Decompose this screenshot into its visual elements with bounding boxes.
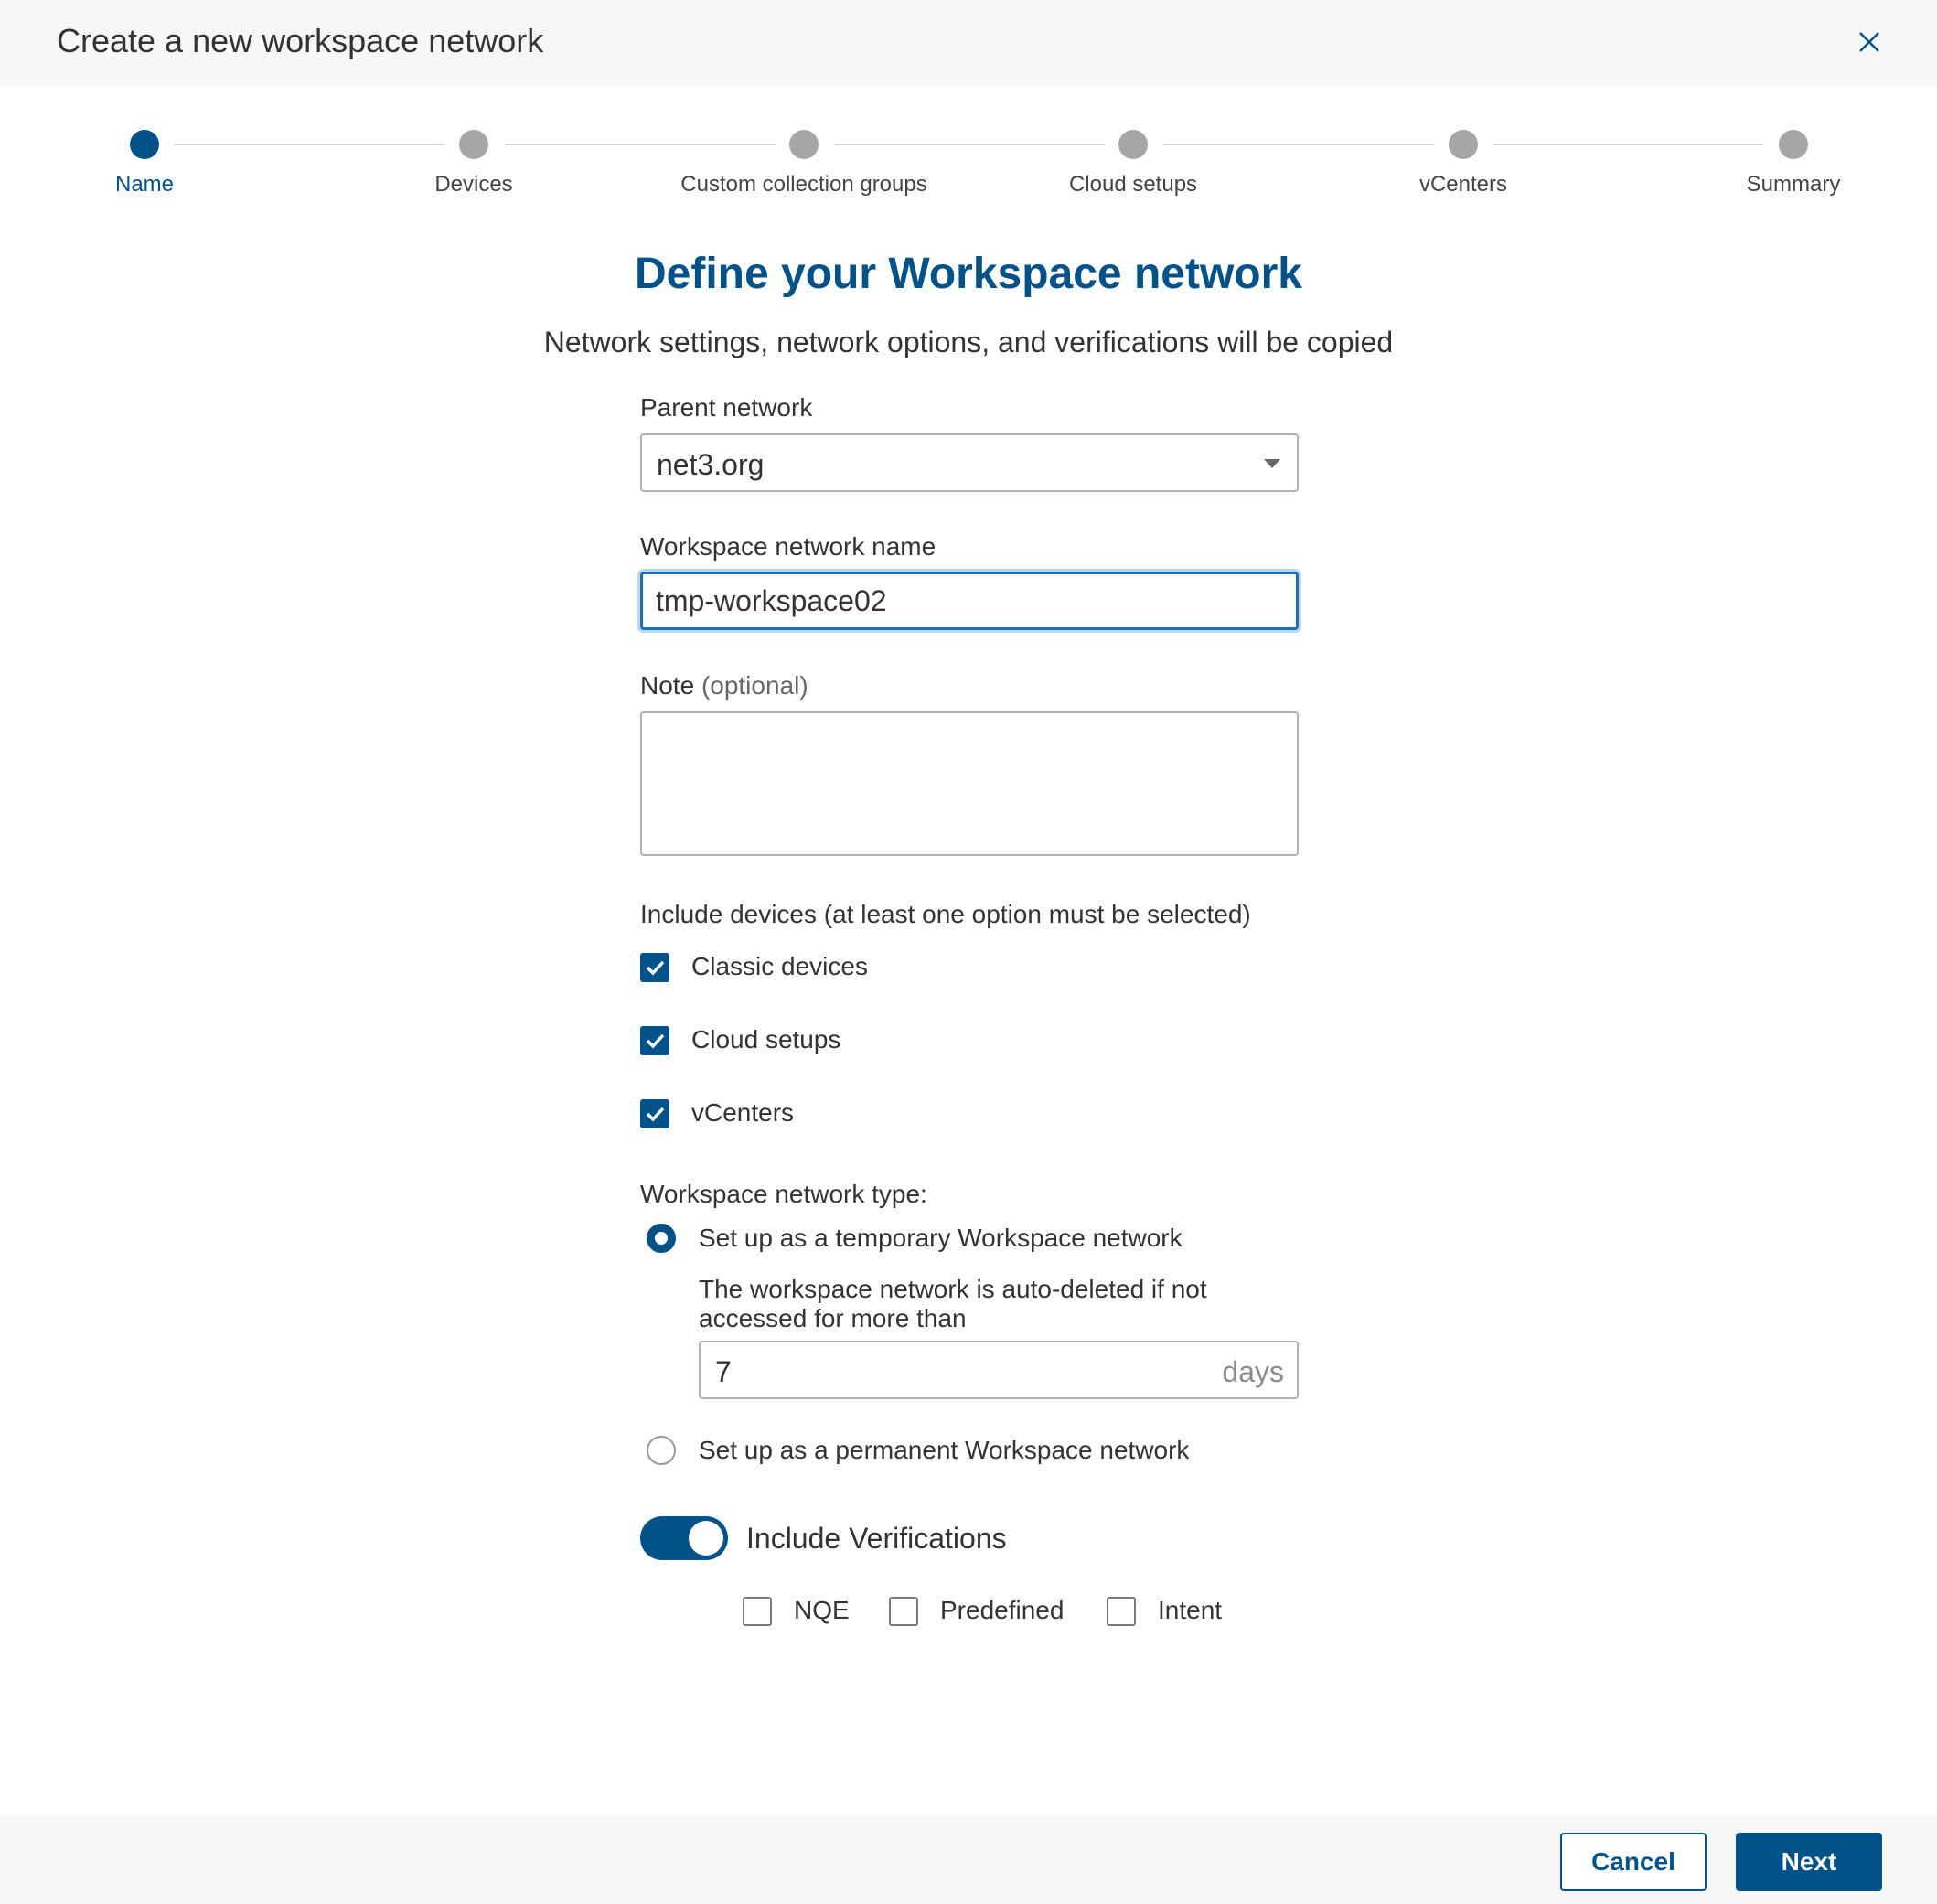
intent-label: Intent	[1158, 1596, 1223, 1624]
checkbox-checked-icon[interactable]	[640, 1026, 669, 1055]
checkbox-checked-icon[interactable]	[640, 953, 669, 982]
step-label: Summary	[1746, 172, 1841, 197]
nqe-label: NQE	[794, 1596, 850, 1624]
checkbox-checked-icon[interactable]	[640, 1099, 669, 1128]
parent-network-select[interactable]: net3.org	[640, 433, 1299, 492]
days-value: 7	[715, 1355, 732, 1388]
step-dot-icon	[1449, 130, 1478, 159]
step-cloud-setups: Cloud setups	[987, 119, 1279, 198]
step-dot-icon	[459, 130, 488, 159]
include-devices-label: Include devices (at least one option mus…	[640, 900, 1251, 928]
workspace-name-input[interactable]	[640, 572, 1299, 630]
step-label: Name	[114, 172, 175, 197]
checkbox-unchecked-icon[interactable]	[1107, 1597, 1136, 1626]
step-label: vCenters	[1418, 172, 1508, 197]
permanent-network-label: Set up as a permanent Workspace network	[699, 1436, 1190, 1464]
step-dot-icon	[130, 130, 159, 159]
checkbox-unchecked-icon[interactable]	[743, 1597, 772, 1626]
vcenters-label: vCenters	[691, 1098, 795, 1127]
page-title: Define your Workspace network	[635, 250, 1302, 298]
step-label: Cloud setups	[1068, 172, 1198, 197]
days-input[interactable]: 7 days	[699, 1341, 1299, 1399]
radio-unselected-icon[interactable]	[647, 1436, 676, 1465]
parent-network-label: Parent network	[640, 393, 813, 422]
page-subtitle: Network settings, network options, and v…	[543, 326, 1394, 358]
dialog-footer: Cancel Next	[0, 1816, 1937, 1904]
include-verifications-toggle[interactable]	[640, 1516, 728, 1560]
radio-selected-icon[interactable]	[647, 1224, 676, 1253]
cloud-setups-label: Cloud setups	[691, 1025, 841, 1054]
cancel-button[interactable]: Cancel	[1560, 1833, 1707, 1891]
days-unit: days	[1222, 1355, 1284, 1388]
step-label: Devices	[434, 172, 513, 197]
temporary-network-label: Set up as a temporary Workspace network	[699, 1224, 1183, 1252]
step-dot-icon	[1779, 130, 1808, 159]
note-label: Note (optional)	[640, 671, 808, 701]
note-textarea[interactable]	[640, 711, 1299, 856]
network-type-label: Workspace network type:	[640, 1180, 927, 1208]
workspace-name-label: Workspace network name	[640, 532, 936, 561]
note-optional-text: (optional)	[701, 671, 808, 700]
step-dot-icon	[1118, 130, 1148, 159]
include-verifications-label: Include Verifications	[746, 1522, 1007, 1555]
wizard-stepper: Name Devices Custom collection groups Cl…	[0, 119, 1937, 210]
step-label: Custom collection groups	[680, 172, 927, 197]
close-icon[interactable]	[1851, 24, 1888, 60]
step-dot-icon	[789, 130, 819, 159]
note-label-text: Note	[640, 671, 695, 700]
step-devices: Devices	[327, 119, 620, 198]
toggle-knob	[689, 1521, 723, 1556]
dialog-header: Create a new workspace network	[0, 0, 1937, 86]
checkbox-unchecked-icon[interactable]	[889, 1597, 918, 1626]
step-custom-collection-groups: Custom collection groups	[658, 119, 950, 198]
step-summary: Summary	[1647, 119, 1937, 198]
step-name: Name	[0, 119, 291, 198]
caret-down-icon	[1264, 459, 1280, 468]
predefined-label: Predefined	[940, 1596, 1065, 1624]
dialog-title: Create a new workspace network	[57, 22, 544, 59]
next-button[interactable]: Next	[1736, 1833, 1882, 1891]
step-vcenters: vCenters	[1317, 119, 1610, 198]
classic-devices-label: Classic devices	[691, 952, 868, 980]
parent-network-value: net3.org	[657, 448, 765, 481]
auto-delete-help-text: The workspace network is auto-deleted if…	[699, 1275, 1207, 1332]
